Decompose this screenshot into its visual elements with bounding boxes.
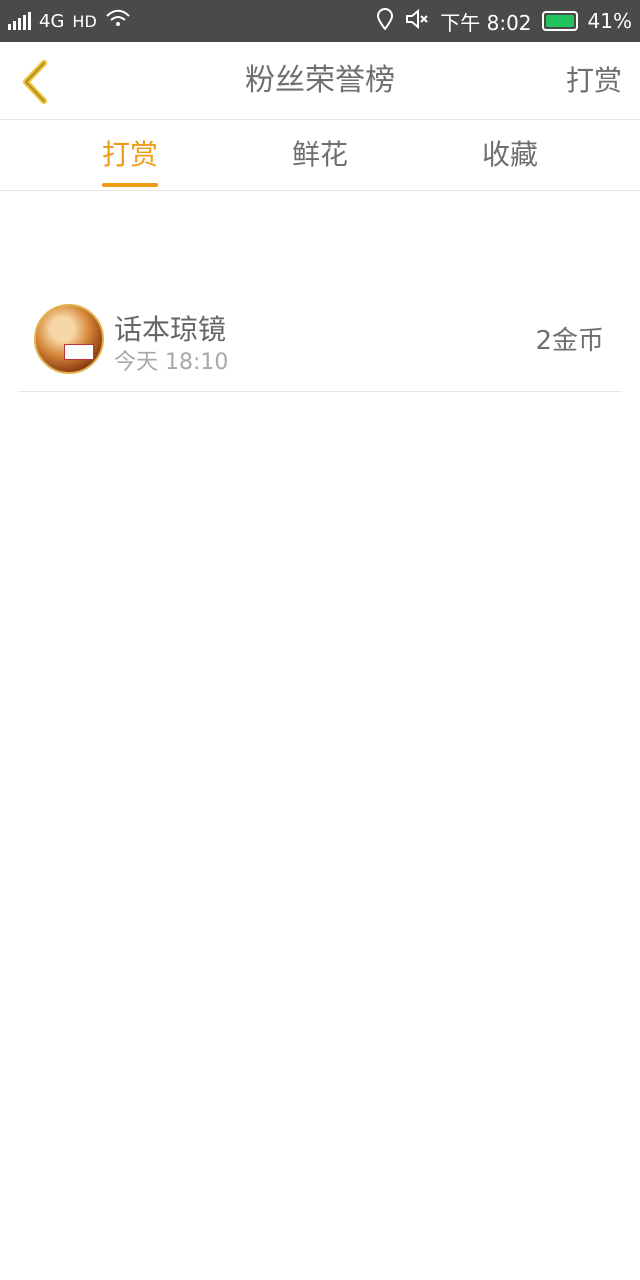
reward-amount: 2金币 [535, 326, 604, 356]
location-icon [376, 7, 394, 35]
status-left: 4G HD [8, 9, 131, 34]
tab-reward-label: 打赏 [101, 138, 158, 171]
status-bar: 4G HD 下午 8:02 41% [0, 0, 640, 42]
wifi-icon [105, 9, 131, 34]
signal-icon [8, 12, 31, 30]
network-type: 4G [39, 10, 65, 32]
tab-flowers-label: 鲜花 [291, 138, 348, 171]
fan-list: 话本琼镜 今天 18:10 2金币 [0, 286, 640, 392]
avatar-badge-icon [64, 344, 94, 360]
tab-bar: 打赏 鲜花 收藏 [0, 121, 640, 191]
mute-icon [404, 8, 430, 35]
tab-favorites[interactable]: 收藏 [450, 121, 570, 191]
header: 粉丝荣誉榜 打赏 [0, 42, 640, 120]
hd-indicator: HD [72, 11, 97, 31]
battery-icon [541, 11, 578, 31]
reward-time: 今天 18:10 [114, 350, 229, 375]
tab-reward[interactable]: 打赏 [70, 121, 190, 191]
avatar [34, 304, 104, 374]
user-name: 话本琼镜 [114, 313, 227, 346]
tab-favorites-label: 收藏 [481, 138, 538, 171]
reward-button[interactable]: 打赏 [566, 42, 622, 120]
clock-text: 下午 8:02 [440, 10, 532, 35]
active-tab-indicator [102, 183, 158, 187]
list-item[interactable]: 话本琼镜 今天 18:10 2金币 [18, 286, 622, 392]
page-title: 粉丝荣誉榜 [245, 63, 395, 98]
tab-flowers[interactable]: 鲜花 [260, 121, 380, 191]
status-right: 下午 8:02 41% [376, 7, 632, 36]
battery-percent: 41% [587, 9, 632, 33]
